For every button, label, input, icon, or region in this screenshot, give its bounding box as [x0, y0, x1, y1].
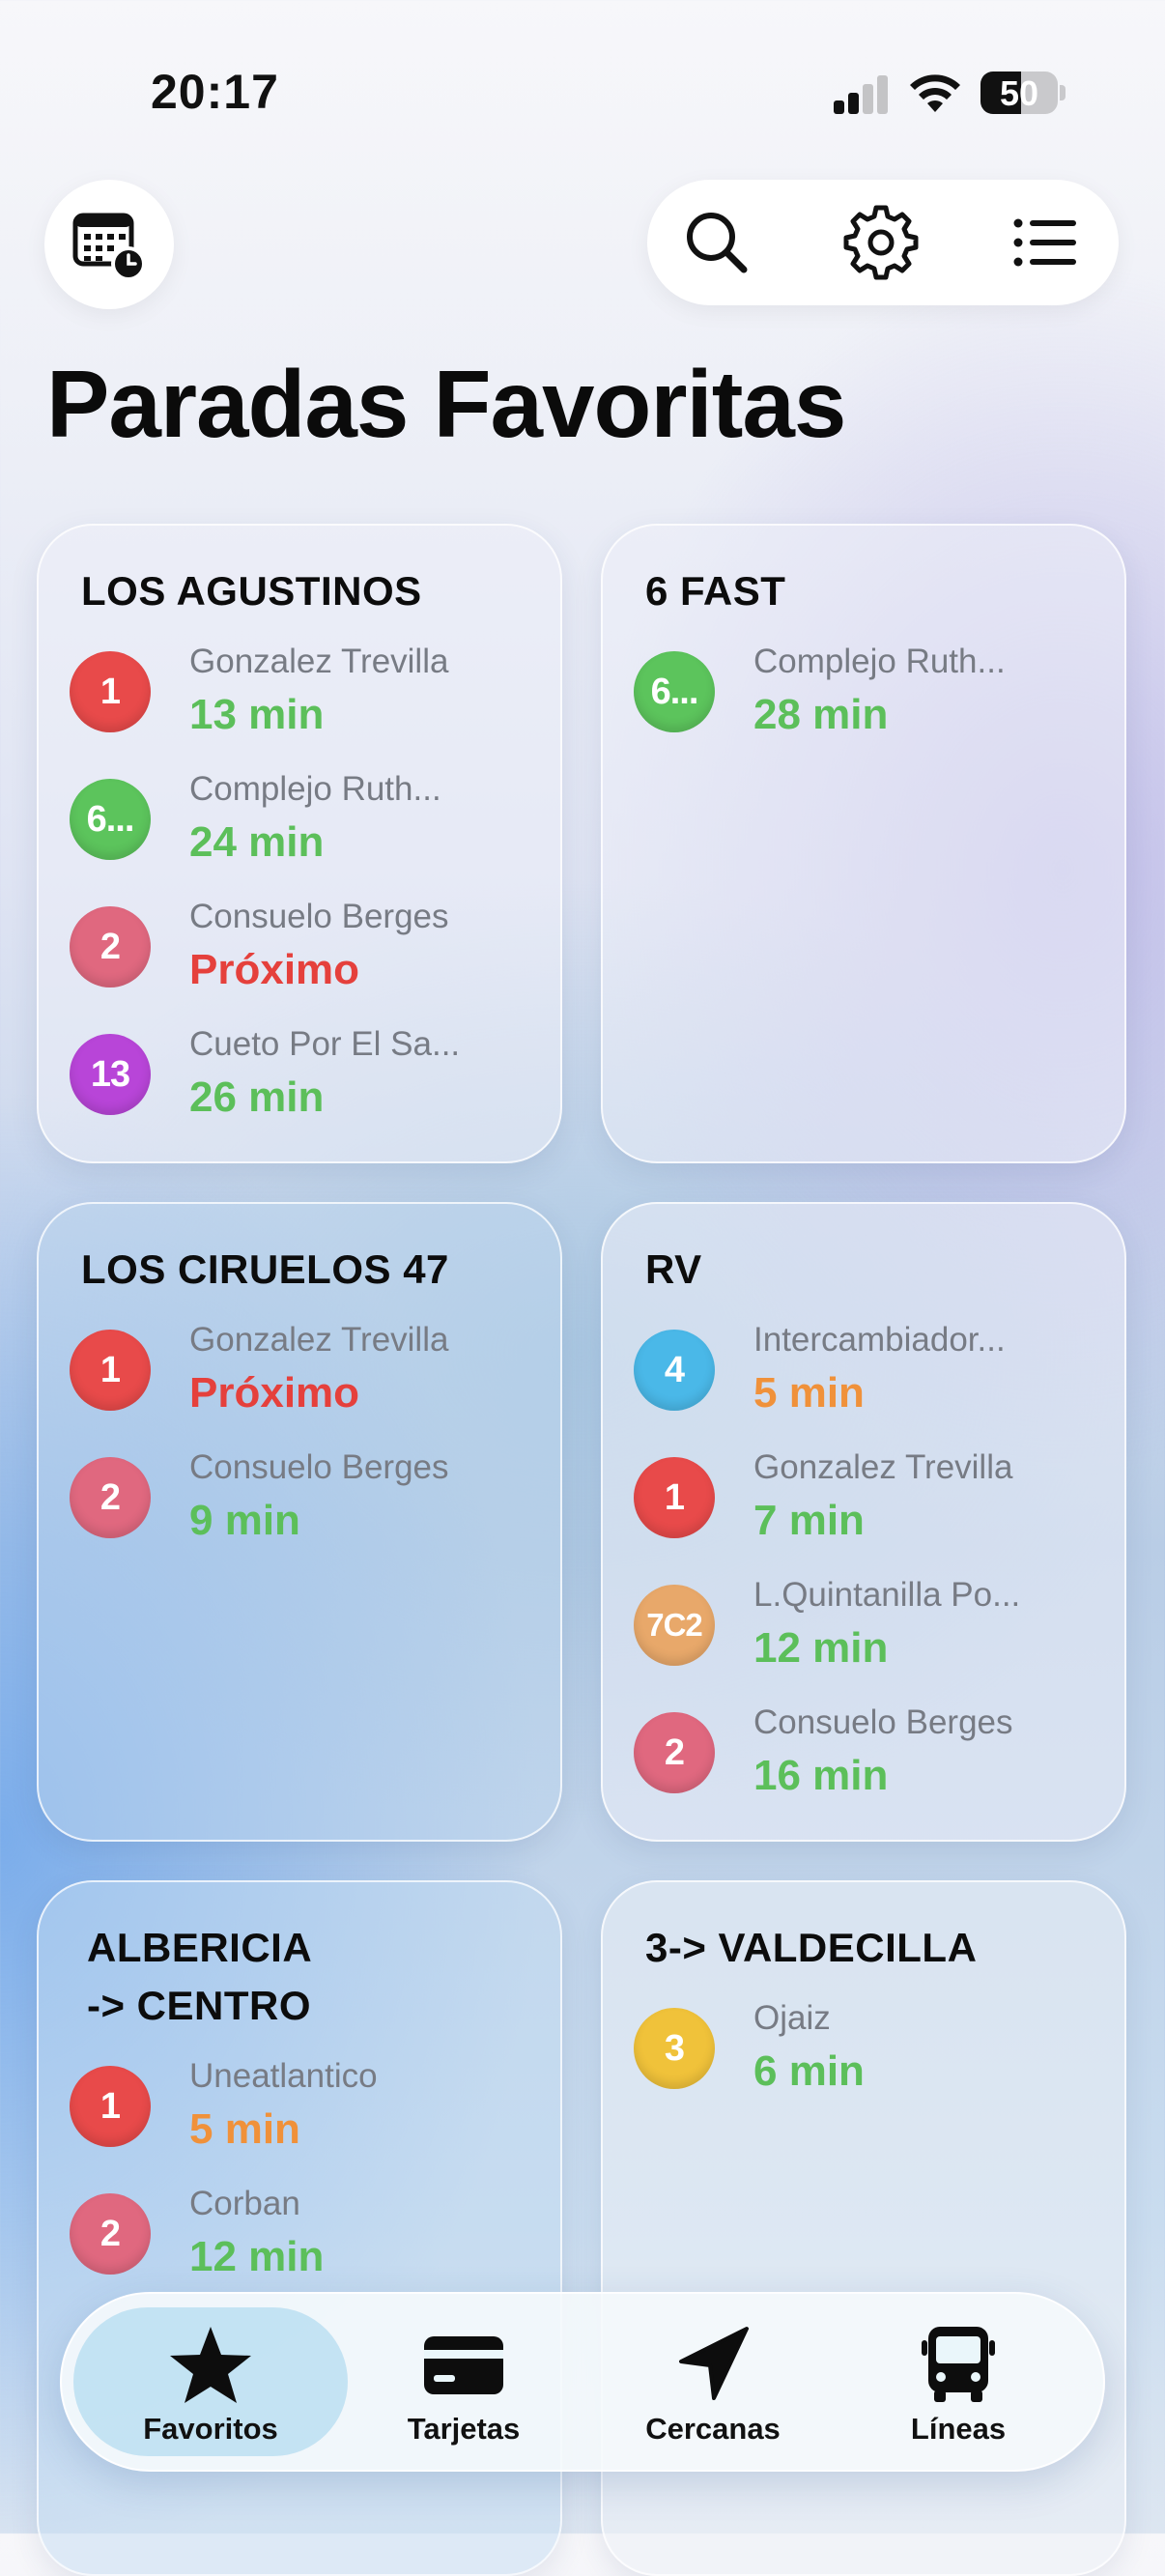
- cellular-signal-icon: [834, 75, 890, 114]
- stop-name: Complejo Ruth...: [189, 770, 441, 808]
- card-title: LOS CIRUELOS 47: [81, 1246, 449, 1292]
- card-title-line: ALBERICIA: [87, 1925, 313, 1970]
- line-badge: 6...: [70, 779, 151, 860]
- status-bar: 20:17 50: [0, 0, 1165, 184]
- tab-bar: Favoritos Tarjetas Cercanas Líneas: [60, 2292, 1105, 2472]
- line-badge: 2: [70, 2193, 151, 2275]
- arrival-time: 28 min: [753, 691, 889, 738]
- arrival-time: 26 min: [189, 1073, 325, 1121]
- arrival-row[interactable]: 6... Complejo Ruth... 28 min: [634, 642, 1107, 748]
- card-title: ALBERICIA -> CENTRO: [87, 1919, 531, 2035]
- card-title: 6 FAST: [645, 568, 786, 614]
- star-icon: [170, 2327, 251, 2403]
- page-title: Paradas Favoritas: [46, 351, 846, 457]
- arrival-row[interactable]: 6... Complejo Ruth... 24 min: [70, 769, 543, 875]
- stop-name: Complejo Ruth...: [753, 643, 1006, 680]
- arrival-time: 5 min: [753, 1369, 865, 1417]
- gear-icon[interactable]: [842, 204, 920, 281]
- line-badge: 4: [634, 1330, 715, 1411]
- arrival-row[interactable]: 2 Corban 12 min: [70, 2184, 543, 2290]
- arrival-row[interactable]: 3 Ojaiz 6 min: [634, 1998, 1107, 2104]
- stop-name: Consuelo Berges: [753, 1703, 1013, 1741]
- arrival-row[interactable]: 2 Consuelo Berges 16 min: [634, 1703, 1107, 1809]
- stop-name: Gonzalez Trevilla: [753, 1448, 1013, 1486]
- arrival-time: 9 min: [189, 1497, 300, 1544]
- tab-favoritos[interactable]: Favoritos: [73, 2307, 348, 2456]
- line-badge: 1: [70, 651, 151, 732]
- arrival-time: 16 min: [753, 1752, 889, 1799]
- card-title: 3-> VALDECILLA: [645, 1925, 978, 1970]
- battery-icon: 50: [980, 72, 1058, 114]
- status-time: 20:17: [151, 65, 279, 119]
- stop-name: Gonzalez Trevilla: [189, 643, 449, 680]
- line-badge: 3: [634, 2008, 715, 2089]
- stop-name: Cueto Por El Sa...: [189, 1025, 461, 1063]
- stop-name: Uneatlantico: [189, 2057, 378, 2095]
- battery-cap: [1060, 85, 1066, 100]
- stop-name: Gonzalez Trevilla: [189, 1321, 449, 1359]
- card-icon: [424, 2336, 503, 2394]
- arrival-time: 6 min: [753, 2047, 865, 2095]
- arrival-row[interactable]: 1 Gonzalez Trevilla 7 min: [634, 1447, 1107, 1554]
- tab-label: Líneas: [910, 2412, 1007, 2446]
- arrival-time: 12 min: [753, 1624, 889, 1672]
- stop-name: L.Quintanilla Po...: [753, 1576, 1021, 1614]
- stop-name: Corban: [189, 2185, 300, 2222]
- arrival-time: Próximo: [189, 946, 360, 993]
- tab-label: Favoritos: [143, 2412, 278, 2446]
- favorite-stop-card[interactable]: 3-> VALDECILLA 3 Ojaiz 6 min: [601, 1880, 1126, 2576]
- line-badge: 7C2: [634, 1585, 715, 1666]
- tab-lineas[interactable]: Líneas: [821, 2307, 1095, 2456]
- arrival-time: 5 min: [189, 2105, 300, 2153]
- arrival-row[interactable]: 4 Intercambiador... 5 min: [634, 1320, 1107, 1426]
- calendar-clock-icon: [72, 213, 146, 281]
- arrival-row[interactable]: 2 Consuelo Berges 9 min: [70, 1447, 543, 1554]
- tab-label: Tarjetas: [407, 2412, 521, 2446]
- bus-icon: [922, 2327, 995, 2402]
- tab-tarjetas[interactable]: Tarjetas: [327, 2307, 601, 2456]
- card-title-line: -> CENTRO: [87, 1983, 312, 2028]
- card-title: RV: [645, 1246, 702, 1292]
- line-badge: 6...: [634, 651, 715, 732]
- tab-cercanas[interactable]: Cercanas: [576, 2307, 850, 2456]
- battery-level: 50: [999, 73, 1039, 113]
- arrival-time: 12 min: [189, 2233, 325, 2280]
- line-badge: 2: [70, 1457, 151, 1538]
- arrival-time: 24 min: [189, 818, 325, 866]
- arrival-row[interactable]: 7C2 L.Quintanilla Po... 12 min: [634, 1575, 1107, 1681]
- favorite-stop-card[interactable]: ALBERICIA -> CENTRO 1 Uneatlantico 5 min…: [37, 1880, 562, 2576]
- favorite-stop-card[interactable]: LOS CIRUELOS 47 1 Gonzalez Trevilla Próx…: [37, 1202, 562, 1842]
- top-toolbar: [647, 180, 1119, 305]
- tab-label: Cercanas: [645, 2412, 781, 2446]
- card-title: LOS AGUSTINOS: [81, 568, 422, 614]
- favorite-stop-card[interactable]: 6 FAST 6... Complejo Ruth... 28 min: [601, 524, 1126, 1163]
- stop-name: Ojaiz: [753, 1999, 831, 2037]
- stop-name: Intercambiador...: [753, 1321, 1006, 1359]
- location-arrow-icon: [679, 2327, 749, 2400]
- line-badge: 2: [70, 906, 151, 987]
- line-badge: 1: [634, 1457, 715, 1538]
- favorite-stop-card[interactable]: RV 4 Intercambiador... 5 min 1 Gonzalez …: [601, 1202, 1126, 1842]
- wifi-icon: [910, 74, 960, 112]
- arrival-row[interactable]: 2 Consuelo Berges Próximo: [70, 897, 543, 1003]
- arrival-row[interactable]: 13 Cueto Por El Sa... 26 min: [70, 1024, 543, 1131]
- list-icon[interactable]: [1007, 204, 1084, 281]
- favorite-stop-card[interactable]: LOS AGUSTINOS 1 Gonzalez Trevilla 13 min…: [37, 524, 562, 1163]
- line-badge: 2: [634, 1712, 715, 1793]
- arrival-time: 13 min: [189, 691, 325, 738]
- arrival-row[interactable]: 1 Gonzalez Trevilla Próximo: [70, 1320, 543, 1426]
- stop-name: Consuelo Berges: [189, 898, 449, 935]
- arrival-time: Próximo: [189, 1369, 360, 1417]
- line-badge: 1: [70, 1330, 151, 1411]
- arrival-row[interactable]: 1 Uneatlantico 5 min: [70, 2056, 543, 2162]
- arrival-row[interactable]: 1 Gonzalez Trevilla 13 min: [70, 642, 543, 748]
- search-icon[interactable]: [678, 204, 755, 281]
- stop-name: Consuelo Berges: [189, 1448, 449, 1486]
- arrival-time: 7 min: [753, 1497, 865, 1544]
- schedule-button[interactable]: [44, 180, 174, 309]
- line-badge: 1: [70, 2066, 151, 2147]
- line-badge: 13: [70, 1034, 151, 1115]
